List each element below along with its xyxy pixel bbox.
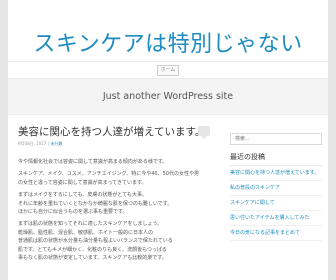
post-paragraph: それに年齢を重ねていくとなかなか綺麗な肌を保つのも難しいです。 xyxy=(18,200,173,207)
recent-post-link[interactable]: 美容に関心を持つ人達が増えています。 xyxy=(230,166,322,181)
post-body: 今や情報化社会では容姿に関して意識が高まる傾向がある様です。 スキンケア、メイク… xyxy=(18,158,214,262)
page: スキンケアは特別じゃない ホーム Just another WordPress … xyxy=(8,0,328,280)
post-paragraph: まずは肌の状態を知ってそれに適したスキンケアをしましょう。 xyxy=(18,221,163,228)
recent-post-link[interactable]: 私の普段のスキンケア xyxy=(230,181,322,196)
post-date[interactable]: 9月08日, 2017 xyxy=(18,141,46,146)
site-tagline: Just another WordPress site xyxy=(102,91,234,102)
post-paragraph: 普通肌は肌の状態が水分量も油分量も程よいバランスで保たれている xyxy=(18,238,173,245)
recent-post-link[interactable]: 今日の気になる記事をまとめて xyxy=(230,226,322,241)
main-navigation: ホーム xyxy=(8,61,328,79)
post-paragraph: まずはメイクをするにしても、皮膚の状態がとても大事。 xyxy=(18,192,147,199)
post-header: 美容に関心を持つ人達が増えています。 9月08日, 2017 | 未分類 xyxy=(18,125,214,147)
post-paragraph: ほかにも自分に似合うものを選ぶ事も重要です。 xyxy=(18,209,128,216)
site-title[interactable]: スキンケアは特別じゃない xyxy=(8,26,328,58)
tagline-band: Just another WordPress site xyxy=(8,79,328,115)
post-paragraph: の女性と違って容姿に関して意識が高まってきています。 xyxy=(18,179,147,186)
post-category[interactable]: 未分類 xyxy=(50,141,62,146)
post-paragraph: 乾燥肌、脂性肌、混合肌、敏感肌、ホイト一般的に日本人の xyxy=(18,229,154,236)
post-title[interactable]: 美容に関心を持つ人達が増えています。 xyxy=(18,125,214,139)
recent-post-link[interactable]: スキンケアに関して xyxy=(230,196,322,211)
post-paragraph: 肌です。とてもキメが細かく、化粧のりも良く、洗顔後もつっぱる xyxy=(18,246,167,253)
recent-posts-list: 美容に関心を持つ人達が増えています。 私の普段のスキンケア スキンケアに関して … xyxy=(230,166,322,241)
post-paragraph: 今や情報化社会では容姿に関して意識が高まる傾向がある様です。 xyxy=(18,159,168,165)
post-paragraph: スキンケア、メイク、コスメ、アンチエイジング、特に今や40、50代の女性や男 xyxy=(18,171,199,178)
post-meta: 9月08日, 2017 | 未分類 xyxy=(18,141,214,147)
recent-posts-title: 最近の投稿 xyxy=(230,152,322,166)
comment-bubble-icon[interactable] xyxy=(198,126,210,139)
post-paragraph: 事もなく肌の状態が安定しています。スキンケアも比較的楽です。 xyxy=(18,255,167,262)
sidebar: 最近の投稿 美容に関心を持つ人達が増えています。 私の普段のスキンケア スキンケ… xyxy=(230,125,322,241)
search-input[interactable] xyxy=(230,133,322,145)
recent-post-link[interactable]: 思い付いたアイテムを購入してみた xyxy=(230,211,322,226)
nav-home-link[interactable]: ホーム xyxy=(157,65,179,76)
